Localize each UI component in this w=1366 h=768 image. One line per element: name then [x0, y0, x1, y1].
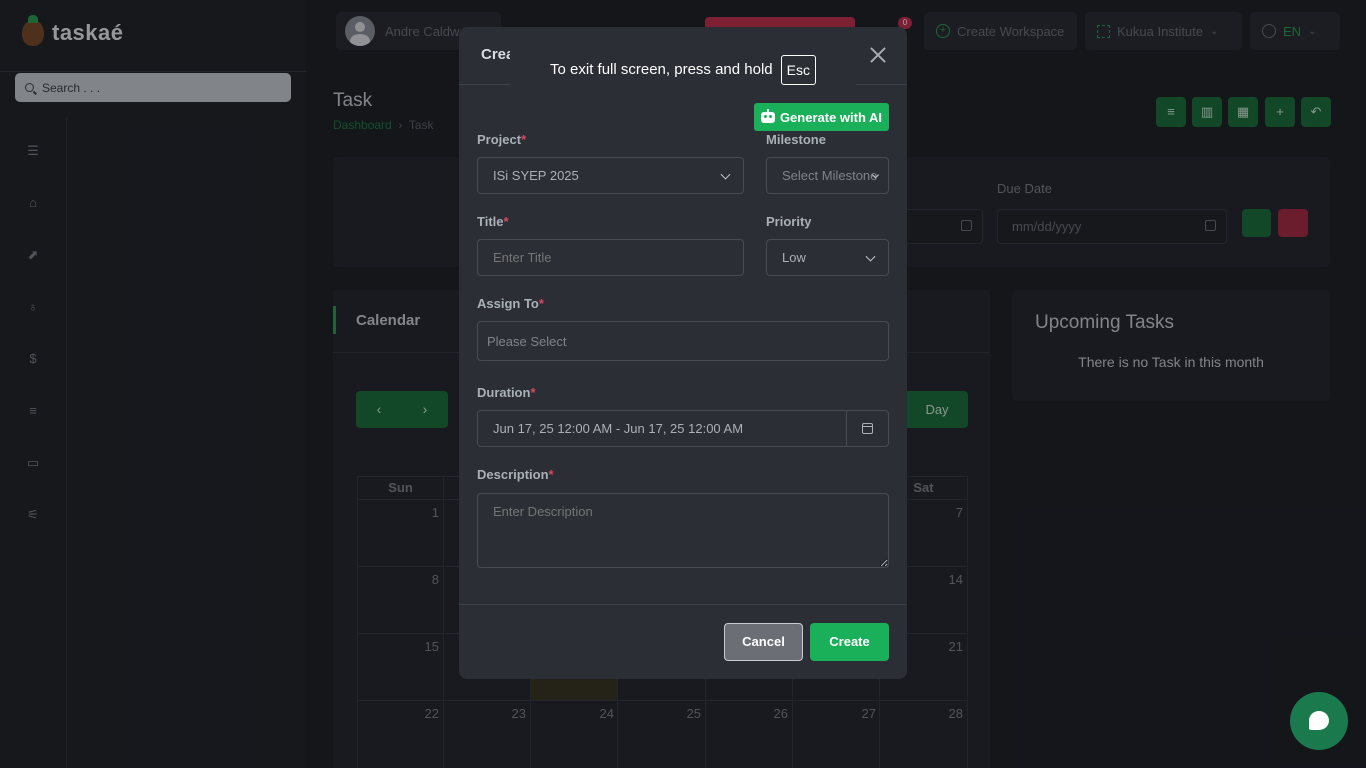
title-label: Title*: [477, 214, 509, 229]
chevron-down-icon: [865, 251, 876, 262]
milestone-placeholder: Select Milestone: [782, 168, 878, 183]
required-mark: *: [538, 296, 544, 311]
description-textarea[interactable]: [477, 493, 889, 568]
project-value: ISi SYEP 2025: [493, 168, 579, 183]
title-input[interactable]: [477, 239, 744, 276]
project-select[interactable]: ISi SYEP 2025: [477, 157, 744, 194]
generate-with-ai-button[interactable]: Generate with AI: [754, 103, 889, 131]
date-picker-button[interactable]: [846, 411, 888, 446]
description-label-text: Description: [477, 467, 549, 482]
assign-to-label: Assign To*: [477, 296, 544, 311]
chevron-down-icon: [871, 170, 880, 179]
chat-support-button[interactable]: [1290, 692, 1348, 750]
project-label: Project*: [477, 132, 526, 147]
milestone-select[interactable]: Select Milestone: [766, 157, 889, 194]
priority-value: Low: [782, 250, 806, 265]
generate-with-ai-label: Generate with AI: [779, 109, 883, 125]
project-label-text: Project: [477, 132, 522, 147]
fullscreen-exit-notice: To exit full screen, press and hold Esc: [510, 47, 856, 92]
calendar-icon: [862, 423, 873, 434]
robot-icon: [760, 108, 775, 123]
fullscreen-notice-text: To exit full screen, press and hold: [550, 61, 773, 78]
milestone-label: Milestone: [766, 132, 826, 147]
assign-to-select[interactable]: Please Select: [477, 321, 889, 361]
esc-key: Esc: [780, 54, 816, 85]
priority-select[interactable]: Low: [766, 239, 889, 276]
title-label-text: Title: [477, 214, 504, 229]
required-mark: *: [503, 214, 509, 229]
description-label: Description*: [477, 467, 554, 482]
modal-footer-divider: [459, 604, 907, 605]
duration-value: Jun 17, 25 12:00 AM - Jun 17, 25 12:00 A…: [493, 421, 744, 436]
cancel-button[interactable]: Cancel: [724, 623, 803, 661]
chevron-down-icon: [720, 169, 731, 180]
create-button[interactable]: Create: [810, 623, 889, 661]
assign-to-label-text: Assign To: [477, 296, 539, 311]
duration-label-text: Duration: [477, 385, 531, 400]
close-icon[interactable]: [869, 46, 887, 64]
priority-label: Priority: [766, 214, 812, 229]
duration-label: Duration*: [477, 385, 536, 400]
required-mark: *: [530, 385, 536, 400]
required-mark: *: [548, 467, 554, 482]
required-mark: *: [521, 132, 527, 147]
assign-to-placeholder: Please Select: [487, 333, 567, 349]
chat-bubble-icon: [1309, 711, 1329, 730]
duration-input[interactable]: Jun 17, 25 12:00 AM - Jun 17, 25 12:00 A…: [477, 410, 889, 447]
create-task-modal: Crea Generate with AI Project* ISi SYEP …: [459, 27, 907, 679]
